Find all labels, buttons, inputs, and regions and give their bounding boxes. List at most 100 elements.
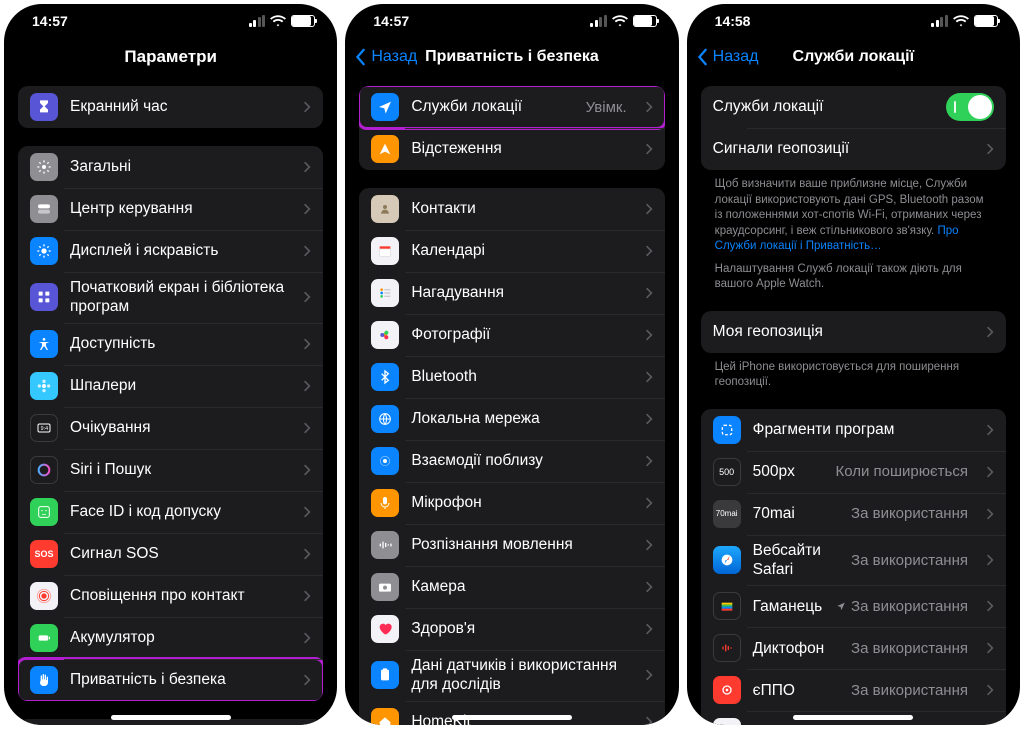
row-siri[interactable]: Siri і Пошук (18, 449, 323, 491)
battery-icon (291, 15, 315, 27)
chevron-right-icon (303, 100, 311, 114)
row-battery[interactable]: Акумулятор (18, 617, 323, 659)
siri-icon (30, 456, 58, 484)
location-footer-1b: Налаштування Служб локації також діють д… (701, 255, 1006, 293)
row-display[interactable]: Дисплей і яскравість (18, 230, 323, 272)
chevron-left-icon (697, 48, 709, 66)
row-sos[interactable]: SOS Сигнал SOS (18, 533, 323, 575)
row-privacy[interactable]: Приватність і безпека (18, 659, 323, 701)
home-indicator[interactable] (793, 715, 913, 720)
page-title: Приватність і безпека (425, 48, 599, 66)
row-photos[interactable]: Фотографії (359, 314, 664, 356)
row-eppo[interactable]: єППО За використання (701, 669, 1006, 711)
toggle-icon (30, 195, 58, 223)
battery-icon (633, 15, 657, 27)
row-safari-websites[interactable]: Вебсайти Safari За використання (701, 535, 1006, 586)
row-homekit[interactable]: HomeKit (359, 701, 664, 725)
calendar-icon: 31 (713, 718, 741, 725)
wallet-icon (713, 592, 741, 620)
screen-location: 14:58 Назад Служби локації Служби локаці… (687, 4, 1020, 725)
back-button[interactable]: Назад (697, 38, 759, 76)
row-standby[interactable]: 9:4 Очікування (18, 407, 323, 449)
row-calendars[interactable]: Календарі (359, 230, 664, 272)
location-title-bar: Назад Служби локації (687, 38, 1020, 76)
back-button[interactable]: Назад (355, 38, 417, 76)
status-bar: 14:58 (687, 4, 1020, 38)
row-home-screen[interactable]: Початковий екран і бібліотека програм (18, 272, 323, 323)
calendar-icon (371, 237, 399, 265)
page-title: Служби локації (793, 48, 915, 66)
network-icon (371, 405, 399, 433)
photos-icon (371, 321, 399, 349)
row-camera[interactable]: Камера (359, 566, 664, 608)
hourglass-icon (30, 93, 58, 121)
row-500px[interactable]: 500 500px Коли поширюється (701, 451, 1006, 493)
battery-icon (974, 15, 998, 27)
location-footer-1: Щоб визначити ваше приблизне місце, Служ… (701, 170, 1006, 255)
screen-privacy: 14:57 Назад Приватність і безпека Служби… (345, 4, 678, 725)
location-toggle[interactable] (946, 93, 994, 121)
row-microphone[interactable]: Мікрофон (359, 482, 664, 524)
flower-icon (30, 372, 58, 400)
row-health[interactable]: Здоров'я (359, 608, 664, 650)
location-arrow-icon (371, 93, 399, 121)
microphone-icon (371, 489, 399, 517)
location-arrow-icon (836, 601, 846, 611)
apps-grid-icon (30, 283, 58, 311)
exposure-icon (30, 582, 58, 610)
row-location-services[interactable]: Служби локації Увімк. (359, 86, 664, 128)
status-bar: 14:57 (345, 4, 678, 38)
row-reminders[interactable]: Нагадування (359, 272, 664, 314)
appclips-icon (713, 416, 741, 444)
location-footer-2: Цей iPhone використовується для поширенн… (701, 353, 1006, 391)
row-bluetooth[interactable]: Bluetooth (359, 356, 664, 398)
row-voice-memos[interactable]: Диктофон За використання (701, 627, 1006, 669)
svg-text:9:4: 9:4 (41, 426, 48, 432)
row-wallet-app[interactable]: Гаманець За використання (701, 585, 1006, 627)
70mai-icon: 70mai (713, 500, 741, 528)
row-app-clips[interactable]: Фрагменти програм (701, 409, 1006, 451)
cellular-icon (249, 15, 266, 27)
cellular-icon (931, 15, 948, 27)
settings-title-bar: Параметри (4, 38, 337, 76)
reminders-icon (371, 279, 399, 307)
row-location-switch[interactable]: Служби локації (701, 86, 1006, 128)
500px-icon: 500 (713, 458, 741, 486)
row-faceid[interactable]: Face ID і код допуску (18, 491, 323, 533)
row-nearby[interactable]: Взаємодії поблизу (359, 440, 664, 482)
home-icon (371, 708, 399, 725)
row-location-alerts[interactable]: Сигнали геопозиції (701, 128, 1006, 170)
row-local-network[interactable]: Локальна мережа (359, 398, 664, 440)
status-time: 14:57 (32, 13, 68, 29)
gear-icon (30, 153, 58, 181)
row-exposure[interactable]: Сповіщення про контакт (18, 575, 323, 617)
nearby-icon (371, 447, 399, 475)
row-screentime[interactable]: Екранний час (18, 86, 323, 128)
contacts-icon (371, 195, 399, 223)
home-indicator[interactable] (111, 715, 231, 720)
accessibility-icon (30, 330, 58, 358)
sun-icon (30, 237, 58, 265)
wifi-icon (612, 15, 628, 27)
row-wallpaper[interactable]: Шпалери (18, 365, 323, 407)
row-speech[interactable]: Розпізнання мовлення (359, 524, 664, 566)
faceid-icon (30, 498, 58, 526)
row-research[interactable]: Дані датчиків і використання для досліді… (359, 650, 664, 701)
row-accessibility[interactable]: Доступність (18, 323, 323, 365)
status-bar: 14:57 (4, 4, 337, 38)
voice-memos-icon (713, 634, 741, 662)
row-share-my-location[interactable]: Моя геопозиція (701, 311, 1006, 353)
cellular-icon (590, 15, 607, 27)
camera-icon (371, 573, 399, 601)
privacy-title-bar: Назад Приватність і безпека (345, 38, 678, 76)
home-indicator[interactable] (452, 715, 572, 720)
chevron-left-icon (355, 48, 367, 66)
row-tracking[interactable]: Відстеження (359, 128, 664, 170)
row-control-center[interactable]: Центр керування (18, 188, 323, 230)
safari-icon (713, 546, 741, 574)
tracking-icon (371, 135, 399, 163)
row-70mai[interactable]: 70mai 70mai За використання (701, 493, 1006, 535)
row-contacts[interactable]: Контакти (359, 188, 664, 230)
row-general[interactable]: Загальні (18, 146, 323, 188)
standby-icon: 9:4 (30, 414, 58, 442)
